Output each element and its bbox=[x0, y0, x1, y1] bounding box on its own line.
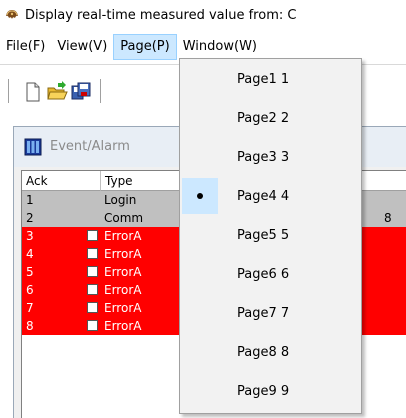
toolbar-grip[interactable] bbox=[8, 79, 13, 103]
page-menu-dropdown: Page1 1 Page2 2 Page3 3 Page4 4 Page5 5 Page6… bbox=[179, 58, 362, 414]
row-ack: 1 bbox=[26, 193, 34, 207]
menu-page[interactable]: Page(P) bbox=[113, 34, 177, 60]
row-ack: 8 bbox=[26, 319, 34, 333]
menu-file[interactable]: File(F) bbox=[0, 34, 51, 60]
row-checkbox[interactable] bbox=[87, 248, 98, 259]
row-ack: 4 bbox=[26, 247, 34, 261]
page-menu-item-label: Page9 9 bbox=[237, 384, 290, 399]
row-checkbox[interactable] bbox=[87, 320, 98, 331]
row-type: Comm bbox=[104, 211, 144, 225]
row-checkbox[interactable] bbox=[87, 284, 98, 295]
new-file-icon[interactable] bbox=[22, 81, 44, 103]
event-alarm-title: Event/Alarm bbox=[50, 139, 130, 154]
page-menu-item-label: Page8 8 bbox=[237, 345, 290, 360]
open-folder-icon[interactable] bbox=[46, 81, 68, 103]
row-checkbox[interactable] bbox=[87, 230, 98, 241]
row-ack: 3 bbox=[26, 229, 34, 243]
page-menu-item-8[interactable]: Page8 8 bbox=[182, 334, 359, 370]
window-icon bbox=[24, 138, 42, 156]
page-menu-item-label: Page2 2 bbox=[237, 111, 290, 126]
row-type: ErrorA bbox=[104, 283, 142, 297]
page-menu-item-label: Page6 6 bbox=[237, 267, 290, 282]
page-menu-item-5[interactable]: Page5 5 bbox=[182, 217, 359, 253]
row-ack: 6 bbox=[26, 283, 34, 297]
radio-bullet-icon bbox=[197, 193, 203, 199]
row-type: ErrorA bbox=[104, 229, 142, 243]
row-ack: 5 bbox=[26, 265, 34, 279]
row-checkbox[interactable] bbox=[87, 266, 98, 277]
window-title: Display real-time measured value from: C bbox=[25, 7, 297, 23]
page-menu-item-label: Page4 4 bbox=[237, 189, 290, 204]
save-icon[interactable] bbox=[70, 81, 92, 103]
toolbar-separator bbox=[100, 79, 104, 103]
row-type: Login bbox=[104, 193, 137, 207]
page-menu-item-label: Page5 5 bbox=[237, 228, 290, 243]
row-checkbox[interactable] bbox=[87, 302, 98, 313]
menu-view[interactable]: View(V) bbox=[51, 34, 113, 60]
menu-window[interactable]: Window(W) bbox=[177, 34, 263, 60]
page-menu-item-1[interactable]: Page1 1 bbox=[182, 61, 359, 97]
row-type: ErrorA bbox=[104, 301, 142, 315]
row-type: ErrorA bbox=[104, 247, 142, 261]
page-menu-item-label: Page3 3 bbox=[237, 150, 290, 165]
page-menu-item-9[interactable]: Page9 9 bbox=[182, 373, 359, 409]
page-menu-item-7[interactable]: Page7 7 bbox=[182, 295, 359, 331]
row-extra: 8 bbox=[384, 211, 392, 225]
page-menu-item-2[interactable]: Page2 2 bbox=[182, 100, 359, 136]
page-menu-item-4[interactable]: Page4 4 bbox=[182, 178, 359, 214]
page-menu-item-label: Page1 1 bbox=[237, 72, 290, 87]
row-type: ErrorA bbox=[104, 319, 142, 333]
row-ack: 7 bbox=[26, 301, 34, 315]
page-menu-item-6[interactable]: Page6 6 bbox=[182, 256, 359, 292]
row-ack: 2 bbox=[26, 211, 34, 225]
page-menu-item-3[interactable]: Page3 3 bbox=[182, 139, 359, 175]
page-menu-item-label: Page7 7 bbox=[237, 306, 290, 321]
row-type: ErrorA bbox=[104, 265, 142, 279]
column-header-ack[interactable]: Ack bbox=[22, 171, 101, 191]
title-bar: Display real-time measured value from: C bbox=[0, 0, 406, 30]
app-icon bbox=[6, 10, 18, 19]
